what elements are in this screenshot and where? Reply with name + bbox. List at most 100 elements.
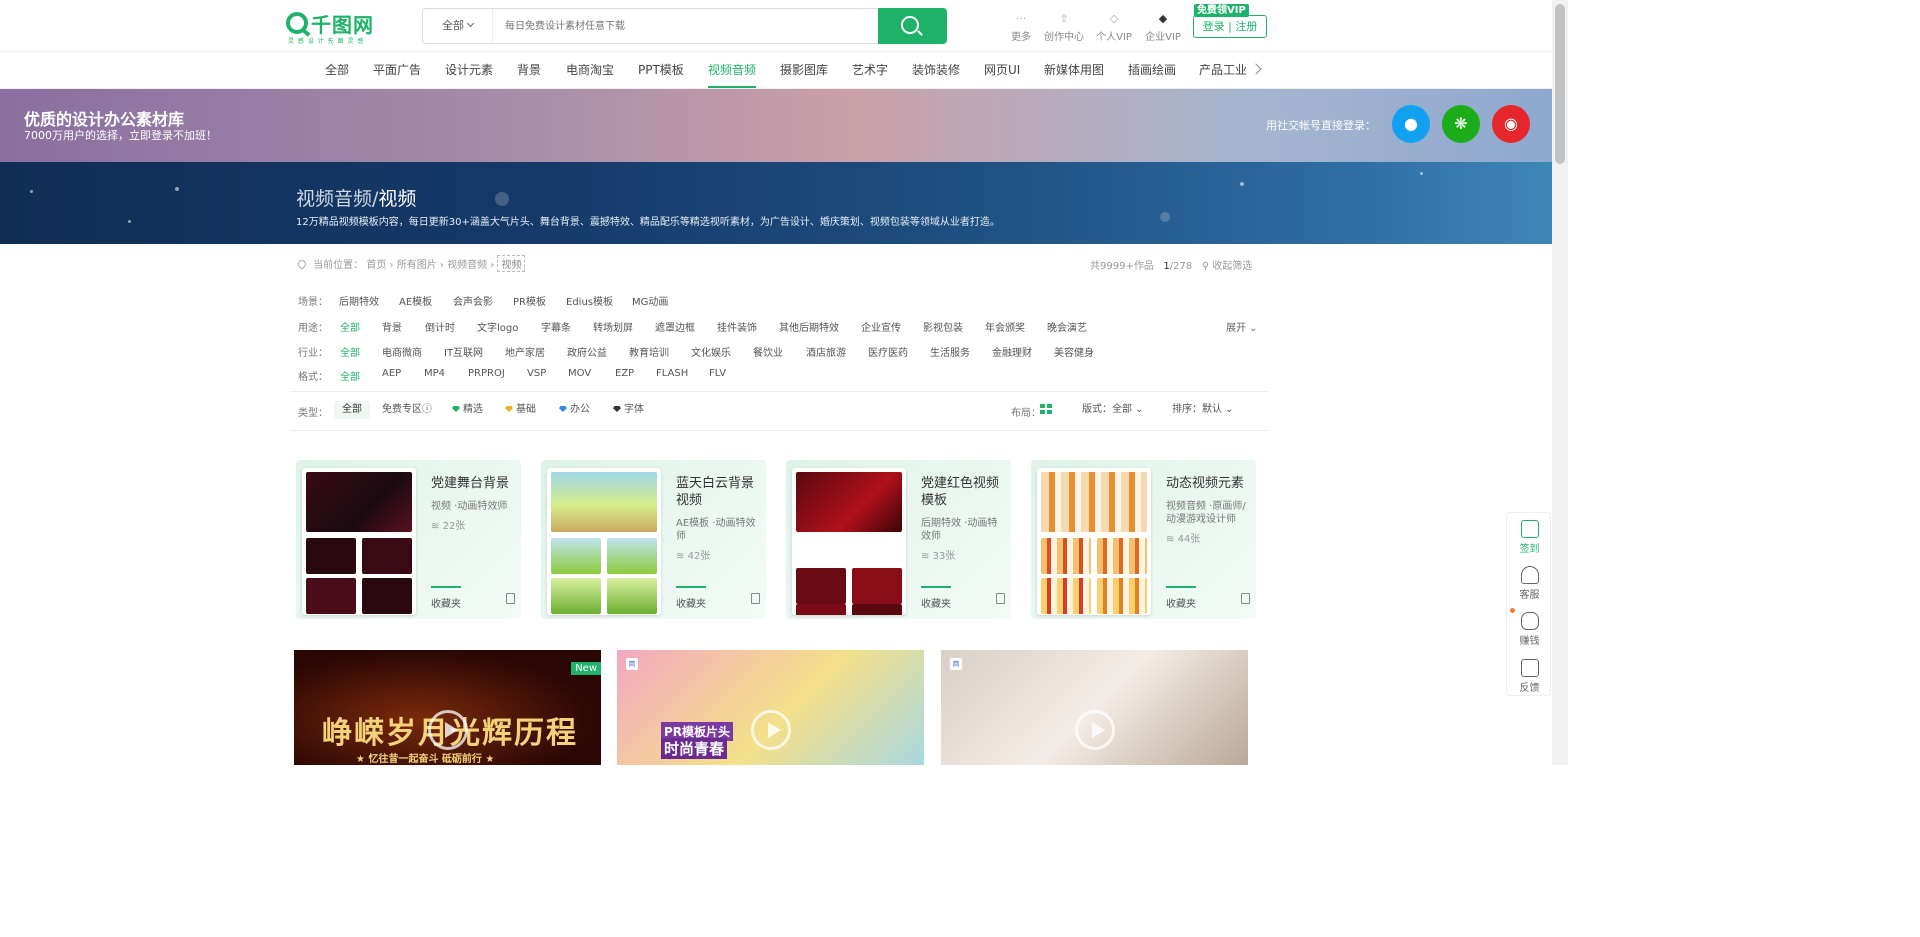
nav-item-new-media[interactable]: 新媒体用图 <box>1044 52 1104 88</box>
filter-option[interactable]: 转场划屏 <box>593 319 633 334</box>
type-selected[interactable]: 精选 <box>444 401 491 419</box>
nav-item-ecommerce[interactable]: 电商淘宝 <box>566 52 614 88</box>
filter-option[interactable]: 全部 <box>340 368 360 383</box>
filter-option[interactable]: MP4 <box>424 368 445 379</box>
bookmark-icon[interactable] <box>506 593 515 604</box>
type-all[interactable]: 全部 <box>334 401 370 419</box>
video-card[interactable]: 商 <box>941 650 1248 765</box>
filter-option[interactable]: 挂件装饰 <box>717 319 757 334</box>
nav-item-all[interactable]: 全部 <box>325 52 349 88</box>
search-category-select[interactable]: 全部 <box>423 9 493 43</box>
collection-card[interactable]: 党建舞台背景 视频 ·动画特效师 ≋ 22张 收藏夹 <box>296 460 521 619</box>
filter-option[interactable]: FLV <box>709 368 726 379</box>
filter-option[interactable]: VSP <box>527 368 546 379</box>
qq-login-button[interactable]: ● <box>1392 105 1430 143</box>
filter-option[interactable]: 政府公益 <box>567 344 607 359</box>
collection-card[interactable]: 蓝天白云背景视频 AE模板 ·动画特效师 ≋ 42张 收藏夹 <box>541 460 766 619</box>
filter-option[interactable]: 生活服务 <box>930 344 970 359</box>
nav-next-arrow-icon[interactable] <box>1250 63 1262 75</box>
filter-option[interactable]: MG动画 <box>632 293 668 308</box>
nav-item-web-ui[interactable]: 网页UI <box>984 52 1020 88</box>
type-basic[interactable]: 基础 <box>497 401 544 419</box>
filter-option[interactable]: 其他后期特效 <box>779 319 839 334</box>
nav-item-background[interactable]: 背景 <box>517 52 541 88</box>
search-input[interactable] <box>505 15 875 37</box>
tool-enterprise-vip[interactable]: ◆ 企业VIP <box>1139 12 1187 43</box>
filter-option[interactable]: 遮罩边框 <box>655 319 695 334</box>
search-button[interactable] <box>878 8 947 44</box>
filter-option[interactable]: 晚会演艺 <box>1047 319 1087 334</box>
filter-option[interactable]: FLASH <box>656 368 688 379</box>
sidebar-item-service[interactable]: 客服 <box>1507 566 1552 601</box>
format-dropdown[interactable]: 版式：全部 ⌄ <box>1074 401 1152 419</box>
bookmark-icon[interactable] <box>996 593 1005 604</box>
nav-item-ppt[interactable]: PPT模板 <box>638 52 684 88</box>
video-card[interactable]: 商 PR模板片头 时尚青春 <box>617 650 924 765</box>
nav-item-product[interactable]: 产品工业 <box>1199 52 1247 88</box>
collection-card[interactable]: 动态视频元素 视频音频 ·原画师/动漫游戏设计师 ≋ 44张 收藏夹 <box>1031 460 1256 619</box>
breadcrumb-path[interactable]: 首页 › 所有图片 › 视频音频 › <box>366 260 494 271</box>
filter-option[interactable]: 地产家居 <box>505 344 545 359</box>
filter-option[interactable]: 会声会影 <box>453 293 493 308</box>
play-icon[interactable] <box>428 710 468 750</box>
filter-option[interactable]: 酒店旅游 <box>806 344 846 359</box>
nav-item-print-ads[interactable]: 平面广告 <box>373 52 421 88</box>
nav-item-decoration[interactable]: 装饰装修 <box>912 52 960 88</box>
video-card[interactable]: New 峥嵘岁月光辉历程 ★ 忆往昔一起奋斗 砥砺前行 ★ <box>294 650 601 765</box>
site-logo[interactable]: 千图网 灵 感 设 计 先 图 灵 感 <box>286 10 378 45</box>
filter-option[interactable]: 后期特效 <box>339 293 379 308</box>
page-scrollbar[interactable] <box>1552 0 1568 765</box>
expand-filters-button[interactable]: 展开 ⌄ <box>1226 319 1258 334</box>
sidebar-item-earn[interactable]: 赚钱 <box>1507 612 1552 647</box>
scrollbar-thumb[interactable] <box>1555 4 1565 164</box>
weibo-login-button[interactable]: ◉ <box>1492 105 1530 143</box>
filter-option[interactable]: 倒计时 <box>425 319 455 334</box>
sidebar-item-feedback[interactable]: 反馈 <box>1507 659 1552 694</box>
wechat-login-button[interactable]: ❋ <box>1442 105 1480 143</box>
filter-option[interactable]: MOV <box>568 368 591 379</box>
filter-option[interactable]: 背景 <box>382 319 402 334</box>
filter-option[interactable]: AEP <box>382 368 401 379</box>
filter-option[interactable]: 教育培训 <box>629 344 669 359</box>
layout-grid-toggle[interactable] <box>1036 401 1056 419</box>
filter-option[interactable]: 年会颁奖 <box>985 319 1025 334</box>
filter-option[interactable]: 餐饮业 <box>753 344 783 359</box>
filter-option[interactable]: 全部 <box>340 319 360 334</box>
filter-option[interactable]: PR模板 <box>513 293 546 308</box>
filter-option[interactable]: Edius模板 <box>566 293 613 308</box>
type-office[interactable]: 办公 <box>551 401 598 419</box>
type-free[interactable]: 免费专区ⓘ <box>374 401 440 419</box>
filter-option[interactable]: 企业宣传 <box>861 319 901 334</box>
sort-dropdown[interactable]: 排序：默认 ⌄ <box>1164 401 1242 419</box>
play-icon[interactable] <box>1075 710 1115 750</box>
filter-option[interactable]: 文化娱乐 <box>691 344 731 359</box>
play-icon[interactable] <box>751 710 791 750</box>
filter-option[interactable]: 金融理财 <box>992 344 1032 359</box>
filter-option[interactable]: IT互联网 <box>444 344 483 359</box>
filter-option[interactable]: PRPROJ <box>468 368 505 379</box>
filter-option[interactable]: EZP <box>615 368 634 379</box>
collection-card[interactable]: 党建红色视频模板 后期特效 ·动画特效师 ≋ 33张 收藏夹 <box>786 460 1011 619</box>
bookmark-icon[interactable] <box>1241 593 1250 604</box>
filter-option[interactable]: 美容健身 <box>1054 344 1094 359</box>
filter-option[interactable]: 医疗医药 <box>868 344 908 359</box>
tool-personal-vip[interactable]: ◇ 个人VIP <box>1090 12 1138 43</box>
nav-item-design-elements[interactable]: 设计元素 <box>445 52 493 88</box>
filter-option[interactable]: 全部 <box>340 344 360 359</box>
collapse-filter-button[interactable]: 收起筛选 <box>1212 261 1252 272</box>
sidebar-item-checkin[interactable]: 签到 <box>1507 520 1552 555</box>
bookmark-icon[interactable] <box>751 593 760 604</box>
type-font[interactable]: 字体 <box>605 401 652 419</box>
nav-item-illustration[interactable]: 插画绘画 <box>1128 52 1176 88</box>
login-register-button[interactable]: 登录 | 注册 <box>1193 15 1267 38</box>
nav-item-video-audio[interactable]: 视频音频 <box>708 52 757 88</box>
filter-option[interactable]: 电商微商 <box>382 344 422 359</box>
filter-option[interactable]: AE模板 <box>399 293 432 308</box>
tool-creation-center[interactable]: ⇧ 创作中心 <box>1040 12 1088 43</box>
filter-option[interactable]: 文字logo <box>477 319 518 334</box>
filter-option[interactable]: 影视包装 <box>923 319 963 334</box>
nav-item-art-text[interactable]: 艺术字 <box>852 52 888 88</box>
nav-item-photo[interactable]: 摄影图库 <box>780 52 828 88</box>
filter-option[interactable]: 字幕条 <box>541 319 571 334</box>
tool-more[interactable]: ··· 更多 <box>997 12 1045 43</box>
